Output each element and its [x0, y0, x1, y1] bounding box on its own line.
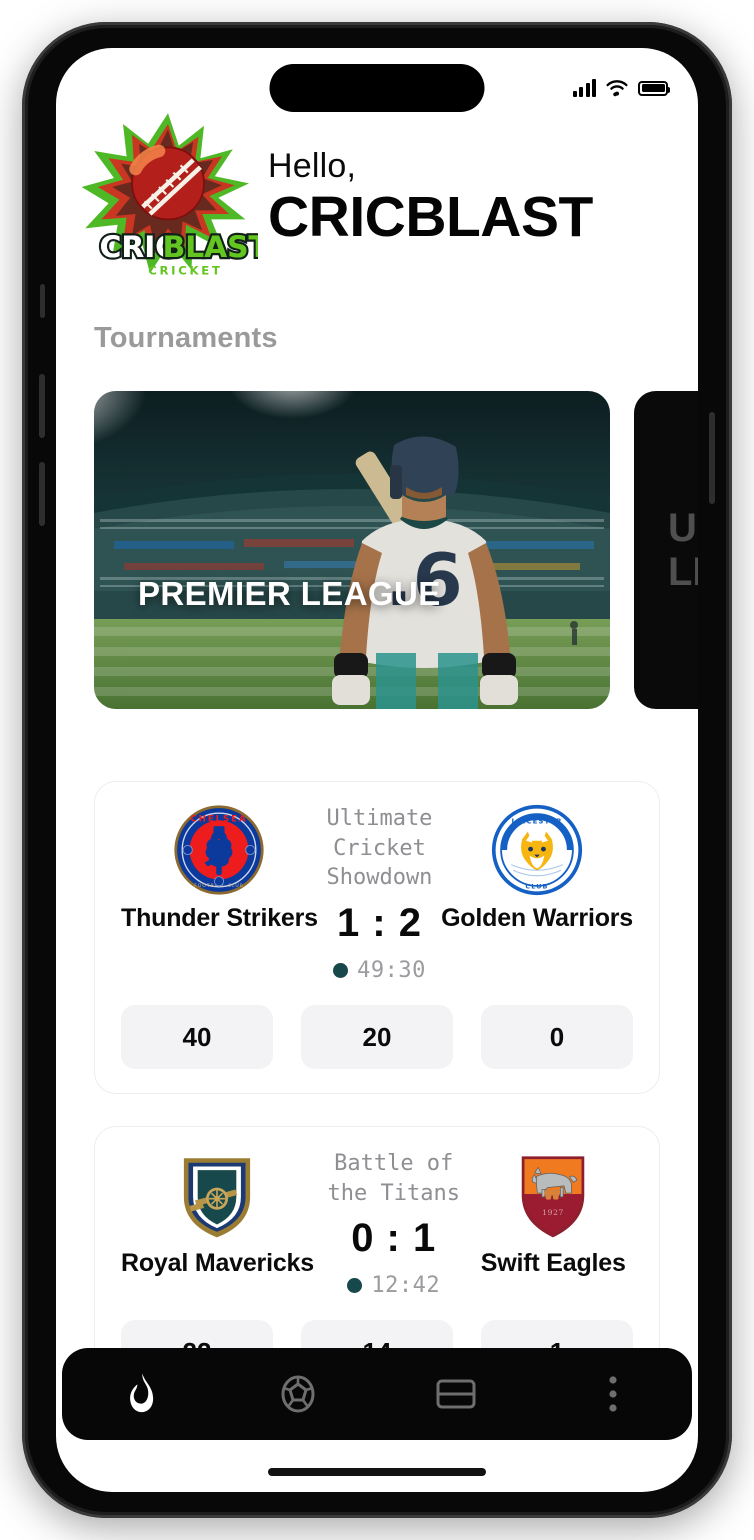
svg-text:BLAST: BLAST: [163, 230, 258, 265]
match-center: Battle of the Titans 0 : 1 12:42: [314, 1149, 474, 1298]
wifi-icon: [606, 80, 628, 97]
flame-icon: [129, 1373, 153, 1413]
home-team: CHELSEA FOOTBALL CLUB Thunder Strikers: [121, 804, 318, 933]
battery-full-icon: [638, 80, 670, 96]
tournaments-carousel[interactable]: .6 PREMIER LEAGUE U L: [56, 355, 698, 709]
dynamic-island: [269, 64, 485, 112]
greeting-block: Hello, CRICBLAST: [268, 142, 593, 250]
volume-down-button[interactable]: [39, 462, 45, 526]
greeting-text: Hello,: [268, 147, 357, 186]
match-timer-value: 12:42: [371, 1273, 441, 1299]
tournament-label-line1: UEF: [668, 506, 698, 550]
stat-pill[interactable]: 20: [301, 1005, 453, 1070]
tournament-label-line2: LEA: [668, 550, 698, 594]
match-score: 0 : 1: [351, 1216, 437, 1261]
app-content: CRIC CRIC BLAST BLAST CRICKET Hello, CRI…: [56, 48, 698, 1492]
chelsea-style-badge: CHELSEA FOOTBALL CLUB: [173, 804, 265, 896]
match-timer-value: 49:30: [357, 958, 426, 984]
cricblast-logo: CRIC CRIC BLAST BLAST CRICKET: [78, 106, 258, 286]
away-team-name: Golden Warriors: [441, 904, 633, 932]
match-header: Royal Mavericks Battle of the Titans 0 :…: [121, 1149, 633, 1298]
phone-screen: CRIC CRIC BLAST BLAST CRICKET Hello, CRI…: [56, 48, 698, 1492]
leicester-style-badge: LEICESTER CLUB: [491, 804, 583, 896]
match-title-line1: Ultimate Cricket: [326, 806, 433, 861]
tournament-label: PREMIER LEAGUE: [138, 575, 441, 612]
match-title-line2: Showdown: [326, 865, 433, 891]
stat-pill[interactable]: 40: [121, 1005, 273, 1070]
home-team-name: Thunder Strikers: [121, 904, 318, 932]
live-dot-icon: [333, 963, 349, 979]
tournament-label-dark: UEF LEA: [634, 506, 698, 594]
match-stats: 40 20 0: [121, 1005, 633, 1070]
away-team: 1927 Swift Eagles: [473, 1149, 633, 1278]
match-timer: 49:30: [333, 958, 426, 983]
roma-style-badge: 1927: [507, 1149, 599, 1241]
bottom-navigation: [62, 1348, 692, 1440]
cellular-signal-icon: [572, 79, 596, 97]
home-team-name: Royal Mavericks: [121, 1249, 314, 1278]
match-center: Ultimate Cricket Showdown 1 : 2 49:30: [318, 804, 441, 983]
matches-list: CHELSEA FOOTBALL CLUB Thunder Strikers U…: [56, 709, 698, 1410]
svg-text:CHELSEA: CHELSEA: [191, 814, 248, 824]
arsenal-style-badge: [171, 1149, 263, 1241]
match-timer: 12:42: [347, 1273, 440, 1298]
match-title: Ultimate Cricket Showdown: [318, 804, 441, 893]
match-score: 1 : 2: [336, 901, 422, 946]
power-button[interactable]: [709, 412, 715, 504]
match-title: Battle of the Titans: [314, 1149, 474, 1208]
rows-layout-icon: [436, 1379, 476, 1409]
nav-item-more[interactable]: [582, 1363, 644, 1425]
tournament-card-uefa-league[interactable]: UEF LEA: [634, 391, 698, 709]
away-team: LEICESTER CLUB Golden Warriors: [441, 804, 633, 933]
soccer-ball-icon: [281, 1375, 315, 1413]
away-team-name: Swift Eagles: [480, 1249, 626, 1278]
silent-switch[interactable]: [40, 284, 45, 318]
tournament-card-premier-league[interactable]: .6 PREMIER LEAGUE: [94, 391, 610, 709]
home-team: Royal Mavericks: [121, 1149, 314, 1278]
svg-text:LEICESTER: LEICESTER: [512, 817, 563, 825]
nav-item-home[interactable]: [110, 1363, 172, 1425]
screenshot-root: CRIC CRIC BLAST BLAST CRICKET Hello, CRI…: [0, 0, 754, 1540]
stat-pill[interactable]: 0: [481, 1005, 633, 1070]
svg-text:CRICKET: CRICKET: [148, 263, 222, 277]
svg-text:CLUB: CLUB: [525, 883, 548, 891]
match-header: CHELSEA FOOTBALL CLUB Thunder Strikers U…: [121, 804, 633, 983]
nav-item-standings[interactable]: [425, 1363, 487, 1425]
tournaments-section-title: Tournaments: [94, 322, 278, 354]
volume-up-button[interactable]: [39, 374, 45, 438]
nav-item-matches[interactable]: [267, 1363, 329, 1425]
more-vertical-icon: [609, 1376, 617, 1412]
home-indicator: [268, 1468, 486, 1476]
match-card[interactable]: CHELSEA FOOTBALL CLUB Thunder Strikers U…: [94, 781, 660, 1095]
match-title-line1: Battle of the Titans: [327, 1151, 460, 1206]
svg-text:1927: 1927: [542, 1208, 564, 1217]
live-dot-icon: [347, 1278, 363, 1294]
brand-name: CRICBLAST: [268, 185, 593, 250]
